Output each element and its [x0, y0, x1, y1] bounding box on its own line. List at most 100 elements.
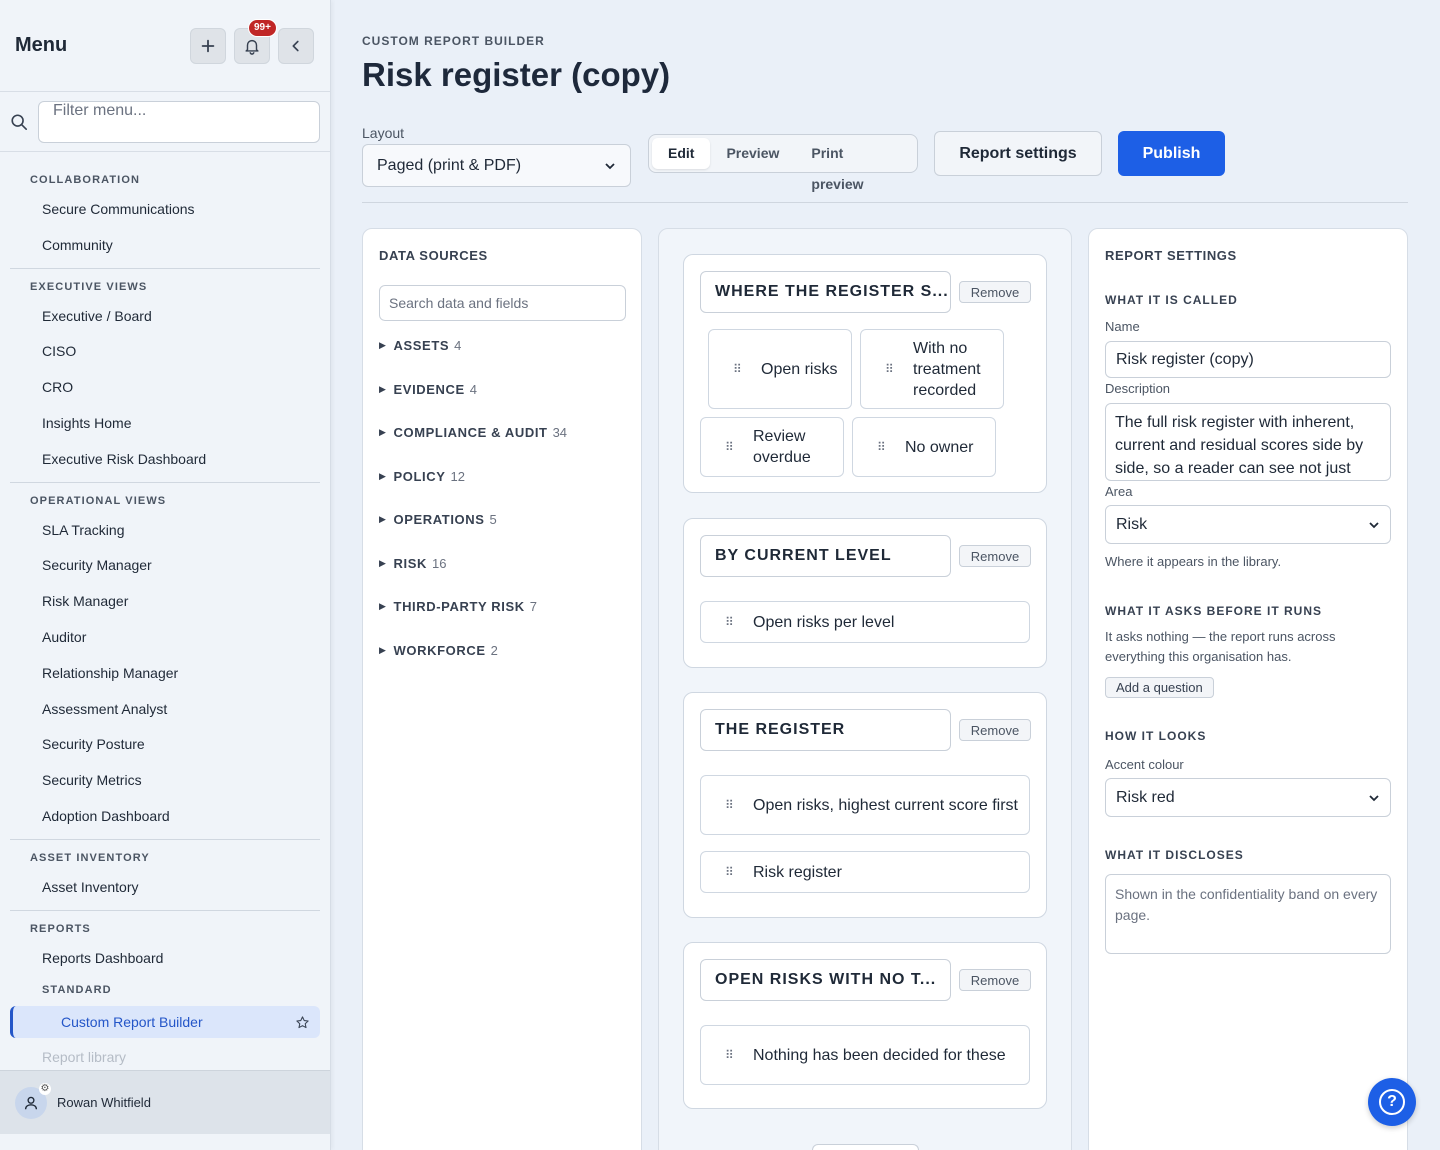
section-title-input[interactable]: WHERE THE REGISTER S... [700, 271, 951, 313]
area-help-text: Where it appears in the library. [1105, 554, 1282, 569]
sidebar-item-security-manager[interactable]: Security Manager [10, 548, 320, 584]
sidebar-item-insights-home[interactable]: Insights Home [10, 406, 320, 442]
data-search-input[interactable]: Search data and fields [379, 285, 626, 321]
section-title-input[interactable]: THE REGISTER [700, 709, 951, 751]
report-block[interactable]: ⠿ Nothing has been decided for these [700, 1025, 1030, 1085]
data-source-workforce[interactable]: ▶ WORKFORCE 2 [379, 629, 567, 673]
sidebar-item-adoption-dashboard[interactable]: Adoption Dashboard [10, 799, 320, 835]
sidebar-item-sla-tracking[interactable]: SLA Tracking [10, 513, 320, 549]
report-settings-title: REPORT SETTINGS [1105, 248, 1237, 263]
caret-right-icon: ▶ [379, 601, 387, 612]
tab-preview[interactable]: Preview [710, 138, 795, 169]
add-button[interactable] [190, 27, 226, 64]
name-label: Name [1105, 319, 1140, 334]
sidebar-item-executive-board[interactable]: Executive / Board [10, 299, 320, 335]
block-label: Open risks [761, 360, 838, 378]
accent-colour-select[interactable]: Risk red [1105, 778, 1391, 817]
sidebar-item-security-posture[interactable]: Security Posture [10, 727, 320, 763]
add-question-button[interactable]: Add a question [1105, 677, 1214, 698]
section-title-input[interactable]: OPEN RISKS WITH NO T... [700, 959, 951, 1001]
grip-icon[interactable]: ⠿ [725, 1045, 741, 1066]
add-section-button[interactable] [812, 1144, 919, 1150]
nav-group-label: ASSET INVENTORY [30, 851, 150, 864]
section-title-input[interactable]: BY CURRENT LEVEL [700, 535, 951, 577]
report-block[interactable]: ⠿ Open risks, highest current score first [700, 775, 1030, 835]
report-section[interactable]: THE REGISTER Remove ⠿ Open risks, highest… [683, 692, 1047, 918]
tab-print-preview[interactable]: Print preview [795, 138, 914, 192]
grip-icon[interactable]: ⠿ [725, 612, 741, 633]
sidebar-item-relationship-manager[interactable]: Relationship Manager [10, 656, 320, 692]
report-section[interactable]: WHERE THE REGISTER S... Remove ⠿ Open ris… [683, 254, 1047, 493]
grip-icon[interactable]: ⠿ [725, 795, 741, 816]
report-settings-button[interactable]: Report settings [934, 131, 1102, 176]
report-block[interactable]: ⠿ No owner [852, 417, 996, 477]
filter-menu-input[interactable]: Filter menu... [38, 100, 320, 143]
data-source-risk[interactable]: ▶ RISK 16 [379, 542, 567, 586]
data-source-compliance-audit[interactable]: ▶ COMPLIANCE & AUDIT 34 [379, 411, 567, 455]
star-icon[interactable] [295, 1015, 310, 1030]
sidebar-title: Menu [15, 34, 68, 56]
data-source-operations[interactable]: ▶ OPERATIONS 5 [379, 498, 567, 542]
data-source-label: ASSETS [393, 338, 450, 354]
notifications-button[interactable]: 99+ [234, 18, 277, 64]
remove-section-button[interactable]: Remove [959, 969, 1031, 991]
report-block[interactable]: ⠿ Review overdue [700, 417, 844, 477]
grip-icon[interactable]: ⠿ [725, 437, 741, 458]
chevron-down-icon [605, 162, 615, 169]
grip-icon[interactable]: ⠿ [725, 862, 741, 883]
layout-select[interactable]: Paged (print & PDF) [362, 144, 631, 187]
discloses-textarea[interactable]: Shown in the confidentiality band on eve… [1105, 874, 1391, 954]
sidebar-item-risk-manager[interactable]: Risk Manager [10, 584, 320, 620]
sidebar: Menu 99+ Filter menu... COLLABORATION Se… [0, 0, 331, 1150]
data-source-assets[interactable]: ▶ ASSETS 4 [379, 324, 567, 368]
sidebar-item-security-metrics[interactable]: Security Metrics [10, 763, 320, 799]
report-block[interactable]: ⠿ Open risks per level [700, 601, 1030, 643]
data-source-label: OPERATIONS [393, 512, 485, 528]
collapse-sidebar-button[interactable] [278, 27, 314, 64]
report-section[interactable]: OPEN RISKS WITH NO T... Remove ⠿ Nothing … [683, 942, 1047, 1109]
sidebar-item-report-library[interactable]: Report library [10, 1040, 320, 1070]
report-block[interactable]: ⠿ With no treatment recorded [860, 329, 1004, 409]
plus-icon [201, 39, 215, 52]
report-section[interactable]: BY CURRENT LEVEL Remove ⠿ Open risks per … [683, 518, 1047, 668]
grip-icon[interactable]: ⠿ [877, 437, 893, 458]
sidebar-item-executive-risk-dashboard[interactable]: Executive Risk Dashboard [10, 442, 320, 478]
data-source-label: RISK [393, 555, 427, 571]
sidebar-item-secure-communications[interactable]: Secure Communications [10, 192, 320, 228]
data-source-label: THIRD-PARTY RISK [393, 599, 525, 615]
sidebar-item-asset-inventory[interactable]: Asset Inventory [10, 870, 320, 906]
grip-icon[interactable]: ⠿ [885, 359, 901, 380]
sidebar-item-ciso[interactable]: CISO [10, 334, 320, 370]
sidebar-item-reports-dashboard[interactable]: Reports Dashboard [10, 941, 320, 977]
description-label: Description [1105, 381, 1171, 396]
data-source-third-party-risk[interactable]: ▶ THIRD-PARTY RISK 7 [379, 585, 567, 629]
remove-section-button[interactable]: Remove [959, 281, 1031, 303]
name-input[interactable]: Risk register (copy) [1105, 341, 1391, 378]
data-source-count: 2 [490, 642, 498, 658]
remove-section-button[interactable]: Remove [959, 719, 1031, 741]
report-block[interactable]: ⠿ Risk register [700, 851, 1030, 893]
sidebar-item-auditor[interactable]: Auditor [10, 620, 320, 656]
data-source-evidence[interactable]: ▶ EVIDENCE 4 [379, 368, 567, 412]
nav-subgroup-label: STANDARD [42, 984, 112, 997]
user-profile[interactable]: ⚙ Rowan Whitfield [0, 1070, 330, 1134]
nav-group-label: COLLABORATION [30, 174, 141, 186]
remove-section-button[interactable]: Remove [959, 545, 1031, 567]
sidebar-item-community[interactable]: Community [10, 228, 320, 264]
tab-edit[interactable]: Edit [652, 138, 711, 169]
help-button[interactable]: ? [1368, 1078, 1416, 1126]
caret-right-icon: ▶ [379, 514, 387, 525]
sidebar-item-custom-report-builder[interactable]: Custom Report Builder [10, 1006, 320, 1039]
report-block[interactable]: ⠿ Open risks [708, 329, 852, 409]
data-source-policy[interactable]: ▶ POLICY 12 [379, 455, 567, 499]
data-source-count: 12 [450, 468, 465, 484]
asks-help-text: It asks nothing — the report runs across… [1105, 629, 1336, 664]
looks-heading: HOW IT LOOKS [1105, 729, 1207, 743]
layout-select-value: Paged (print & PDF) [377, 156, 522, 174]
publish-button[interactable]: Publish [1118, 131, 1225, 176]
sidebar-item-assessment-analyst[interactable]: Assessment Analyst [10, 692, 320, 728]
description-textarea[interactable]: The full risk register with inherent, cu… [1105, 403, 1391, 481]
grip-icon[interactable]: ⠿ [733, 359, 749, 380]
sidebar-item-cro[interactable]: CRO [10, 370, 320, 406]
area-select[interactable]: Risk [1105, 505, 1391, 544]
